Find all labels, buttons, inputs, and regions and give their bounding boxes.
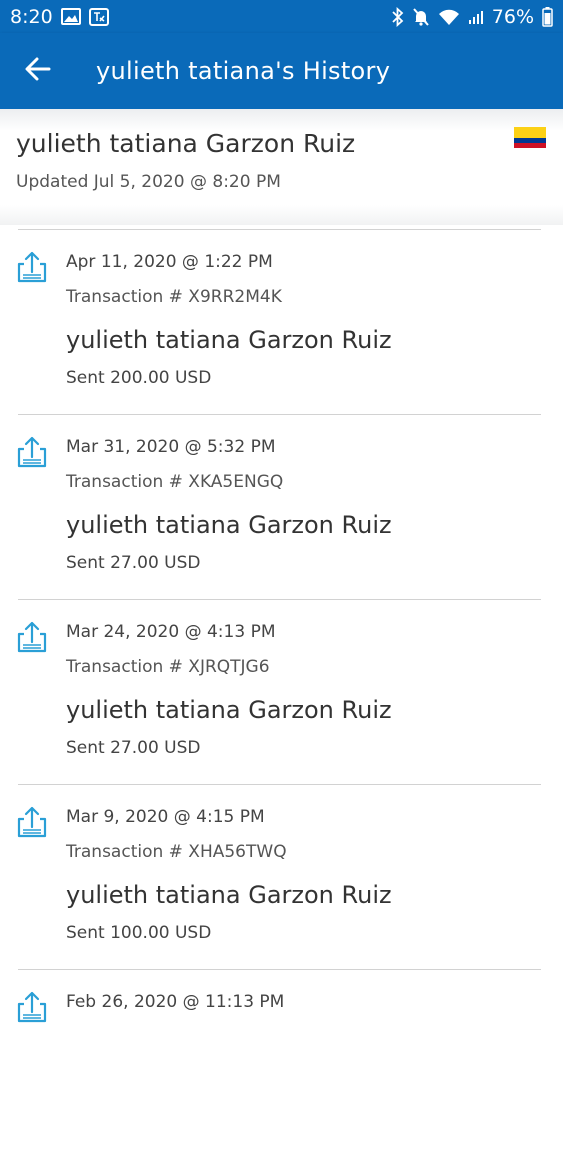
battery-percent: 76% <box>491 5 534 28</box>
transaction-id: Transaction # XHA56TWQ <box>66 842 287 862</box>
transaction-recipient: yulieth tatiana Garzon Ruiz <box>66 326 392 354</box>
transaction-row[interactable]: Mar 9, 2020 @ 4:15 PM Transaction # XHA5… <box>16 784 541 969</box>
gallery-icon <box>60 8 81 25</box>
send-money-icon <box>16 990 48 1024</box>
translate-icon <box>88 7 109 26</box>
flag-stripe-yellow <box>514 127 546 138</box>
status-time: 8:20 <box>10 5 53 28</box>
colombia-flag-icon <box>514 127 546 148</box>
transaction-date: Apr 11, 2020 @ 1:22 PM <box>66 252 273 272</box>
transaction-amount: Sent 200.00 USD <box>66 368 212 388</box>
page-title: yulieth tatiana's History <box>96 57 391 85</box>
profile-name: yulieth tatiana Garzon Ruiz <box>16 129 356 158</box>
send-money-icon <box>16 805 48 839</box>
transaction-row[interactable]: Mar 31, 2020 @ 5:32 PM Transaction # XKA… <box>16 414 541 599</box>
send-money-icon <box>16 250 48 284</box>
send-money-icon <box>16 435 48 469</box>
arrow-left-icon <box>25 56 51 86</box>
transaction-date: Mar 9, 2020 @ 4:15 PM <box>66 807 265 827</box>
transaction-recipient: yulieth tatiana Garzon Ruiz <box>66 511 392 539</box>
transaction-recipient: yulieth tatiana Garzon Ruiz <box>66 881 392 909</box>
transaction-amount: Sent 100.00 USD <box>66 923 212 943</box>
back-button[interactable] <box>18 51 58 91</box>
transaction-recipient: yulieth tatiana Garzon Ruiz <box>66 696 392 724</box>
transaction-id: Transaction # XKA5ENGQ <box>66 472 284 492</box>
bluetooth-icon <box>392 6 404 27</box>
app-bar: yulieth tatiana's History <box>0 33 563 109</box>
transaction-amount: Sent 27.00 USD <box>66 553 201 573</box>
transaction-row[interactable]: Apr 11, 2020 @ 1:22 PM Transaction # X9R… <box>16 229 541 414</box>
signal-icon <box>468 9 484 25</box>
transaction-id: Transaction # X9RR2M4K <box>66 287 282 307</box>
transaction-date: Mar 24, 2020 @ 4:13 PM <box>66 622 276 642</box>
status-left: 8:20 <box>10 6 109 28</box>
mute-icon <box>412 7 430 27</box>
status-right: 76% <box>392 6 553 28</box>
transaction-row[interactable]: Mar 24, 2020 @ 4:13 PM Transaction # XJR… <box>16 599 541 784</box>
transaction-amount: Sent 27.00 USD <box>66 738 201 758</box>
flag-stripe-red <box>514 142 546 148</box>
send-money-icon <box>16 620 48 654</box>
status-bar: 8:20 76% <box>0 0 563 33</box>
wifi-icon <box>438 8 460 26</box>
transaction-list: Apr 11, 2020 @ 1:22 PM Transaction # X9R… <box>0 229 563 1154</box>
transaction-id: Transaction # XJRQTJG6 <box>66 657 270 677</box>
profile-header: yulieth tatiana Garzon Ruiz Updated Jul … <box>0 109 563 225</box>
profile-updated: Updated Jul 5, 2020 @ 8:20 PM <box>16 172 281 192</box>
transaction-row[interactable]: Feb 26, 2020 @ 11:13 PM <box>16 969 541 1154</box>
battery-icon <box>542 6 553 27</box>
transaction-date: Mar 31, 2020 @ 5:32 PM <box>66 437 276 457</box>
transaction-date: Feb 26, 2020 @ 11:13 PM <box>66 992 285 1012</box>
